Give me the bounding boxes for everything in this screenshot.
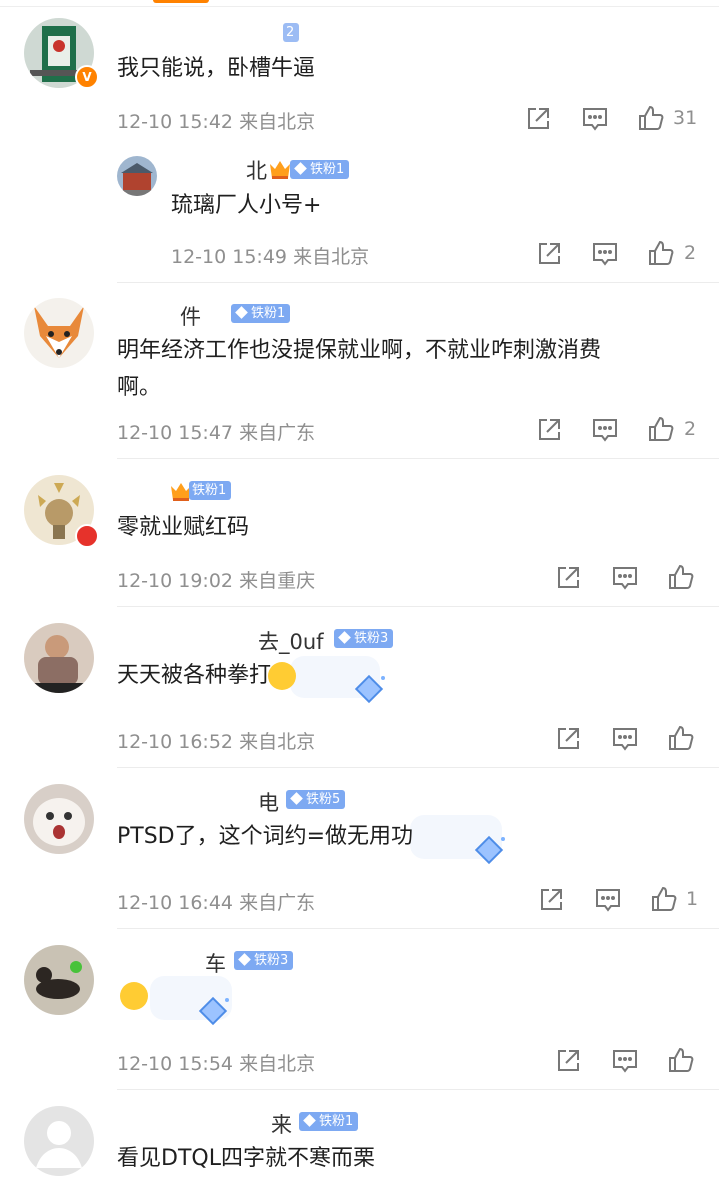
comment-time: 12-10 15:47 — [117, 422, 234, 444]
diamond-icon — [290, 792, 303, 805]
comment-meta: 12-10 16:52 来自北京 — [117, 727, 315, 754]
diamond-icon — [235, 306, 248, 319]
comment-location: 来自北京 — [293, 246, 370, 268]
comment-time: 12-10 15:42 — [117, 111, 234, 133]
avatar[interactable] — [24, 945, 94, 1015]
comment-location: 来自广东 — [239, 892, 316, 914]
comment-location: 来自重庆 — [239, 570, 316, 592]
share-icon[interactable] — [535, 416, 563, 444]
comment-icon[interactable] — [611, 725, 639, 753]
thumbs-up-icon[interactable] — [650, 885, 678, 913]
comment-location: 来自北京 — [239, 111, 316, 133]
comment-time: 12-10 19:02 — [117, 570, 234, 592]
comment-icon[interactable] — [611, 564, 639, 592]
fan-badge: 铁粉3 — [334, 629, 394, 648]
comment-location: 来自广东 — [239, 422, 316, 444]
comment-location: 来自北京 — [239, 1053, 316, 1075]
share-icon[interactable] — [554, 1047, 582, 1075]
share-icon[interactable] — [554, 564, 582, 592]
comment-location: 来自北京 — [239, 731, 316, 753]
fan-badge: 铁粉1 — [290, 160, 350, 179]
fan-badge: 铁粉1 — [299, 1112, 359, 1131]
active-tab-indicator — [153, 0, 209, 3]
diamond-sparkle-icon — [472, 833, 506, 867]
avatar[interactable] — [24, 298, 94, 368]
thumbs-up-icon[interactable] — [637, 104, 665, 132]
like-count: 31 — [673, 107, 698, 129]
divider — [0, 6, 719, 7]
thumbs-up-icon[interactable] — [667, 563, 695, 591]
like-count: 2 — [684, 418, 697, 440]
laughing-crying-emoji-icon — [268, 662, 296, 690]
divider — [117, 928, 719, 929]
avatar[interactable] — [117, 156, 157, 196]
comment-icon[interactable] — [581, 105, 609, 133]
thumbs-up-icon[interactable] — [647, 415, 675, 443]
comment-time: 12-10 15:54 — [117, 1053, 234, 1075]
like-count: 1 — [686, 888, 699, 910]
comment-text: 明年经济工作也没提保就业啊，不就业咋刺激消费 — [117, 338, 602, 363]
share-icon[interactable] — [537, 886, 565, 914]
fan-badge: 铁粉3 — [234, 951, 294, 970]
shocked-emoji-icon — [120, 982, 148, 1010]
avatar[interactable] — [24, 1106, 94, 1176]
comment-meta: 12-10 15:49 来自北京 — [171, 242, 369, 269]
comment-text: 看见DTQL四字就不寒而栗 — [117, 1146, 375, 1171]
share-icon[interactable] — [554, 725, 582, 753]
thumbs-up-icon[interactable] — [647, 239, 675, 267]
comment-meta: 12-10 16:44 来自广东 — [117, 888, 315, 915]
thumbs-up-icon[interactable] — [667, 724, 695, 752]
comment-meta: 12-10 15:47 来自广东 — [117, 418, 315, 445]
diamond-icon — [303, 1114, 316, 1127]
username[interactable]: 去_0uf — [258, 626, 324, 656]
fan-badge: 铁粉1 — [189, 481, 232, 500]
comment-meta: 12-10 19:02 来自重庆 — [117, 566, 315, 593]
comment-time: 12-10 15:49 — [171, 246, 288, 268]
comment-text: 零就业赋红码 — [117, 515, 250, 540]
comment-icon[interactable] — [594, 886, 622, 914]
comment-icon[interactable] — [591, 240, 619, 268]
like-count: 2 — [684, 242, 697, 264]
comment-meta: 12-10 15:54 来自北京 — [117, 1049, 315, 1076]
diamond-icon — [294, 162, 307, 175]
share-icon[interactable] — [535, 240, 563, 268]
username[interactable]: 车 — [205, 948, 226, 978]
comment-text: 天天被各种拳打 — [117, 663, 272, 688]
fan-badge: 2 — [283, 23, 300, 42]
divider — [117, 606, 719, 607]
comment-text: 我只能说，卧槽牛逼 — [117, 56, 316, 81]
top-tab-strip — [0, 0, 719, 7]
thumbs-up-icon[interactable] — [667, 1046, 695, 1074]
username[interactable]: 来 — [271, 1109, 292, 1139]
divider — [117, 767, 719, 768]
comment-meta: 12-10 15:42 来自北京 — [117, 107, 315, 134]
comment-text: PTSD了，这个词约=做无用功 — [117, 824, 414, 849]
diamond-sparkle-icon — [196, 994, 230, 1028]
diamond-sparkle-icon — [352, 672, 386, 706]
fan-badge: 铁粉5 — [286, 790, 346, 809]
divider — [117, 458, 719, 459]
verified-v-icon: V — [75, 65, 99, 89]
fan-badge: 铁粉1 — [231, 304, 291, 323]
crown-icon — [268, 158, 292, 180]
username[interactable]: 件 — [180, 301, 201, 331]
avatar[interactable] — [24, 784, 94, 854]
avatar[interactable] — [24, 623, 94, 693]
diamond-icon — [338, 631, 351, 644]
comment-time: 12-10 16:44 — [117, 892, 234, 914]
comment-icon[interactable] — [611, 1047, 639, 1075]
share-icon[interactable] — [524, 105, 552, 133]
comment-text-line2: 啊。 — [117, 375, 162, 400]
username[interactable]: 电 — [258, 787, 279, 817]
diamond-icon — [238, 953, 251, 966]
divider — [117, 282, 719, 283]
comment-time: 12-10 16:52 — [117, 731, 234, 753]
divider — [117, 1089, 719, 1090]
comment-icon[interactable] — [591, 416, 619, 444]
star-badge-icon — [75, 524, 99, 548]
comment-text: 琉璃厂人小号+ — [171, 193, 322, 218]
username[interactable]: 北 — [246, 155, 267, 185]
